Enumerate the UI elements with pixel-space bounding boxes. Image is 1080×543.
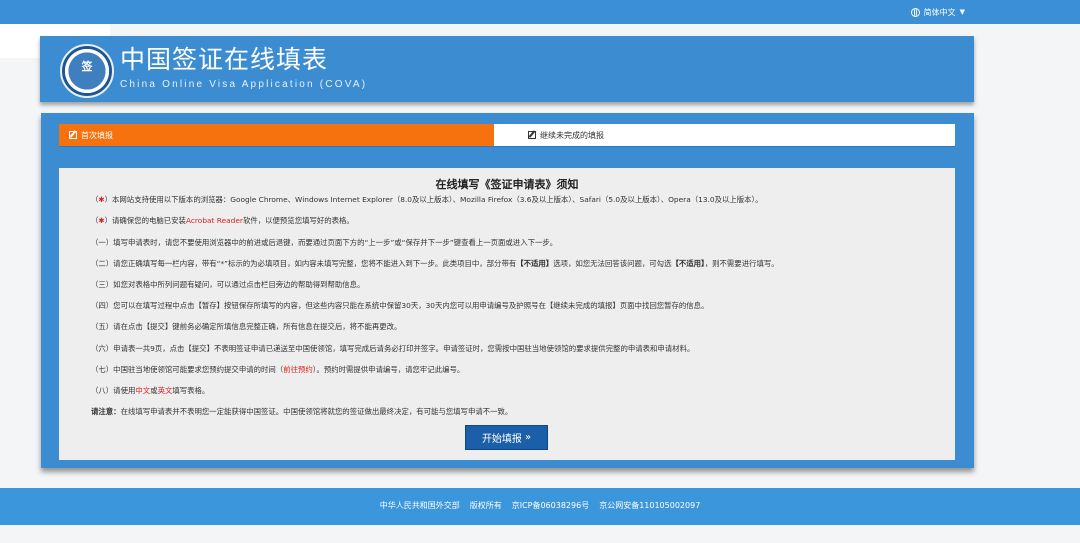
footer-item: 版权所有 <box>469 501 502 510</box>
button-label: 开始填报 <box>481 434 522 445</box>
notice-item: （五）请在点击【提交】键前务必确定所填信息完整正确，所有信息在提交后，将不能再更… <box>91 322 402 331</box>
footer-info: 中华人民共和国外交部 版权所有 京ICP备06038296号 京公网安备1101… <box>0 500 1080 511</box>
notice-item: （一）填写申请表时，请您不要使用浏览器中的前进或后退键，而要通过页面下方的“上一… <box>91 238 558 247</box>
tab-first-application[interactable]: 首次填报 <box>59 124 494 146</box>
notice-item: （✱）请确保您的电脑已安装Acrobat Reader软件，以便预览您填写好的表… <box>91 216 354 225</box>
footer-item: 中华人民共和国外交部 <box>379 501 460 510</box>
site-title: 中国签证在线填表 <box>120 45 329 74</box>
tab-label: 首次填报 <box>81 130 113 140</box>
notice-item: （八）请使用中文或英文填写表格。 <box>91 386 210 395</box>
footer-item: 京ICP备06038296号 <box>511 501 590 510</box>
chevron-down-icon: ▼ <box>959 8 965 16</box>
logo-mark: 签 <box>81 60 93 73</box>
notice-item: （七）中国驻当地使领馆可能要求您预约提交申请的时间（前往预约）。预约时需提供申请… <box>91 365 465 374</box>
notice-item: （三）如您对表格中所列问题有疑问，可以通过点击栏目旁边的帮助得到帮助信息。 <box>91 280 365 289</box>
language-selector[interactable]: 简体中文 ▼ <box>910 4 965 20</box>
edit-icon <box>528 131 536 139</box>
tab-content-strip <box>59 146 955 168</box>
acrobat-reader-link[interactable]: Acrobat Reader <box>186 216 243 225</box>
note-label: 请注意： <box>91 407 121 416</box>
globe-icon <box>910 7 920 17</box>
start-application-button[interactable]: 开始填报 » <box>465 425 548 450</box>
note-text: 在线填写申请表并不表明您一定能获得中国签证。中国使领馆将就您的签证做出最终决定，… <box>120 407 513 416</box>
edit-icon <box>69 131 77 139</box>
site-subtitle: China Online Visa Application (COVA) <box>120 79 368 90</box>
tab-label: 继续未完成的填报 <box>540 130 604 140</box>
appointment-link[interactable]: 前往预约 <box>283 365 313 374</box>
language-label: 简体中文 <box>923 7 956 17</box>
notice-item: （四）您可以在填写过程中点击【暂存】按钮保存所填写的内容，但这些内容只能在系统中… <box>91 301 709 310</box>
notice-note: 请注意：在线填写申请表并不表明您一定能获得中国签证。中国使领馆将就您的签证做出最… <box>91 406 512 417</box>
tab-continue-application[interactable]: 继续未完成的填报 <box>494 124 955 146</box>
notice-item: （二）请您正确填写每一栏内容，带有“*”标示的为必填项目，如内容未填写完整，您将… <box>91 259 779 268</box>
notice-title: 在线填写《签证申请表》须知 <box>435 178 579 191</box>
double-chevron-right-icon: » <box>524 432 532 443</box>
notice-item: （✱）本网站支持使用以下版本的浏览器：Google Chrome、Windows… <box>91 195 763 204</box>
footer-item: 京公网安备110105002097 <box>599 501 701 510</box>
notice-item: （六）申请表一共9页，点击【提交】不表明签证申请已递送至中国使领馆，填写完成后请… <box>91 344 695 353</box>
